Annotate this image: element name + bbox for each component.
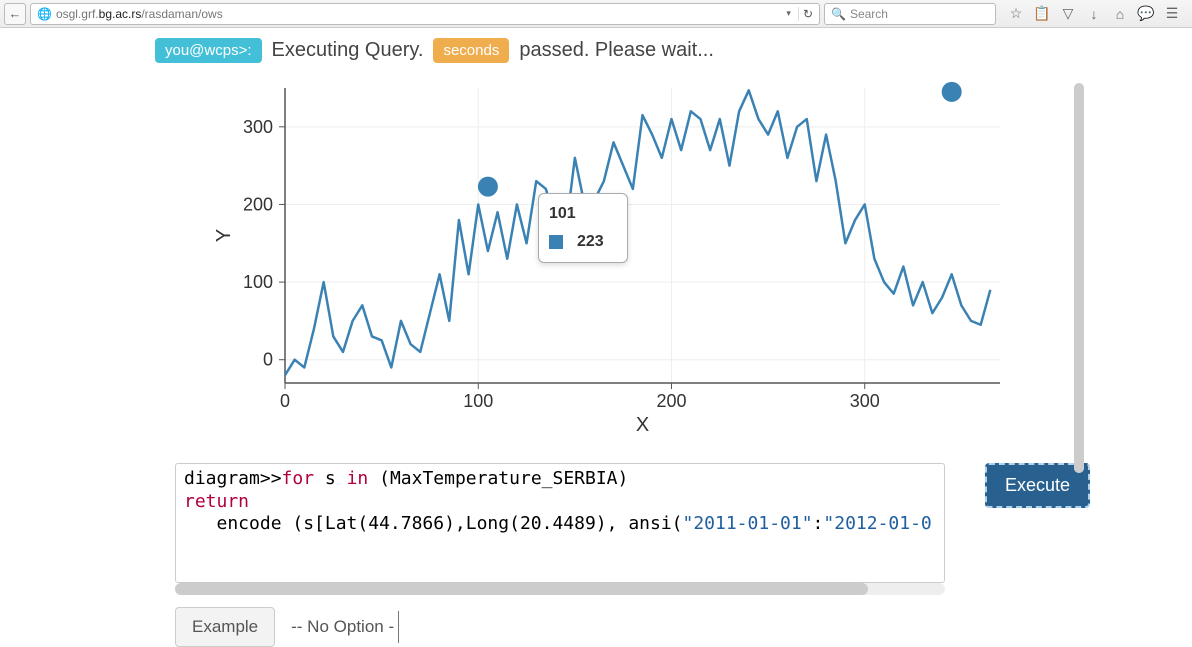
url-dropdown-icon[interactable]: ▾: [786, 8, 794, 19]
clipboard-icon[interactable]: 📋: [1034, 5, 1050, 22]
back-button[interactable]: ←: [4, 3, 26, 25]
svg-text:X: X: [636, 414, 649, 436]
seconds-badge: seconds: [433, 38, 509, 63]
svg-text:300: 300: [850, 391, 880, 411]
q-indent: encode (s[Lat(44.7866),Long(20.4489), an…: [184, 513, 683, 534]
status-row: you@wcps>: Executing Query. seconds pass…: [155, 38, 714, 63]
back-icon: ←: [9, 6, 22, 21]
chart-tooltip: 101 223: [538, 193, 628, 263]
search-icon: 🔍: [831, 7, 846, 21]
example-button[interactable]: Example: [175, 607, 275, 647]
url-bar[interactable]: 🌐 osgl.grf.bg.ac.rs/rasdaman/ows ▾ ↻: [30, 3, 820, 25]
query-hscroll-thumb[interactable]: [175, 583, 868, 595]
url-path: /rasdaman/ows: [141, 7, 222, 21]
q-prefix: diagram>>: [184, 468, 282, 489]
toolbar-icons: ☆ 📋 ▽ ↓ ⌂ 💬 ☰: [1000, 5, 1188, 22]
status-after: passed. Please wait...: [519, 39, 714, 62]
url-text: osgl.grf.bg.ac.rs/rasdaman/ows: [56, 7, 782, 21]
query-section: diagram>>for s in (MaxTemperature_SERBIA…: [175, 463, 1090, 583]
query-editor[interactable]: diagram>>for s in (MaxTemperature_SERBIA…: [175, 463, 945, 583]
url-host-prefix: osgl.grf.: [56, 7, 99, 21]
svg-text:0: 0: [263, 350, 273, 370]
page-content: you@wcps>: Executing Query. seconds pass…: [0, 28, 1192, 647]
svg-text:Y: Y: [213, 229, 235, 242]
reload-icon[interactable]: ↻: [798, 7, 813, 21]
query-horizontal-scrollbar[interactable]: [175, 583, 945, 595]
home-icon[interactable]: ⌂: [1112, 6, 1128, 22]
svg-text:300: 300: [243, 117, 273, 137]
tooltip-x-value: 101: [549, 205, 617, 223]
content-scrollbar[interactable]: [1074, 83, 1084, 473]
q-str2: "2012-01-0: [823, 513, 931, 534]
q-return: return: [184, 491, 249, 512]
browser-toolbar: ← 🌐 osgl.grf.bg.ac.rs/rasdaman/ows ▾ ↻ 🔍…: [0, 0, 1192, 28]
tooltip-y-value: 223: [577, 233, 604, 251]
bottom-row: Example -- No Option -: [175, 607, 399, 647]
pocket-icon[interactable]: ▽: [1060, 5, 1076, 22]
search-placeholder: Search: [850, 7, 888, 21]
chat-icon[interactable]: 💬: [1138, 5, 1154, 22]
svg-text:200: 200: [243, 194, 273, 214]
option-select[interactable]: -- No Option -: [287, 611, 399, 643]
q-str1: "2011-01-01": [683, 513, 813, 534]
download-icon[interactable]: ↓: [1086, 6, 1102, 22]
q-for: for: [282, 468, 315, 489]
q-mid1: s: [314, 468, 347, 489]
q-rest1: (MaxTemperature_SERBIA): [368, 468, 628, 489]
chart-area: 0 100 200 300 0 100 200 300 X Y 101 223: [40, 63, 1090, 453]
search-box[interactable]: 🔍 Search: [824, 3, 996, 25]
svg-text:0: 0: [280, 391, 290, 411]
scrollbar-thumb[interactable]: [1074, 83, 1084, 473]
url-host-domain: bg.ac.rs: [99, 7, 142, 21]
option-select-label: -- No Option -: [291, 617, 394, 636]
star-icon[interactable]: ☆: [1008, 5, 1024, 22]
q-in: in: [347, 468, 369, 489]
prompt-badge: you@wcps>:: [155, 38, 262, 63]
status-before: Executing Query.: [272, 39, 424, 62]
svg-text:200: 200: [656, 391, 686, 411]
tooltip-marker-icon: [549, 235, 563, 249]
globe-icon: 🌐: [37, 7, 52, 21]
menu-icon[interactable]: ☰: [1164, 5, 1180, 22]
q-colon: :: [813, 513, 824, 534]
svg-text:100: 100: [463, 391, 493, 411]
svg-text:100: 100: [243, 272, 273, 292]
